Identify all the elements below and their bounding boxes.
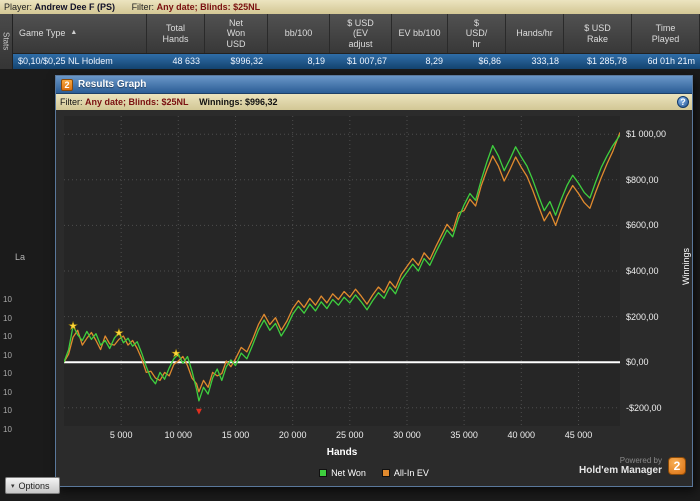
hm2-logo: 2: [668, 457, 686, 475]
x-axis-tick: 25 000: [336, 430, 364, 440]
legend-swatch-allin-ev: [382, 469, 390, 477]
y-axis-label: Winnings: [681, 186, 691, 346]
results-graph-window: 2 Results Graph Filter: Any date; Blinds…: [55, 75, 693, 487]
x-axis-ticks: 5 000 10 000 15 000 20 000 25 000 30 000 35 00…: [64, 430, 620, 441]
background-axis-tick: 10: [3, 388, 12, 407]
player-value: Andrew Dee F (PS): [35, 2, 116, 12]
x-axis-tick: 20 000: [279, 430, 307, 440]
powered-by-label: Powered by: [579, 456, 662, 465]
column-header-usd-ev-adjust[interactable]: $ USD (EV adjust: [330, 14, 392, 53]
y-axis-tick: $0,00: [626, 357, 649, 367]
column-header-net-won-usd[interactable]: Net Won USD: [205, 14, 268, 53]
svg-text:★: ★: [114, 327, 124, 339]
x-axis-tick: 15 000: [222, 430, 250, 440]
legend-label-net-won: Net Won: [331, 468, 366, 478]
svg-text:★: ★: [68, 321, 78, 333]
stats-tab-label: Stats: [2, 32, 11, 50]
cell-usd-rake: $1 285,78: [564, 54, 632, 69]
table-row[interactable]: $0,10/$0,25 NL Holdem 48 633 $996,32 8,1…: [13, 54, 700, 69]
column-header-ev-bb100[interactable]: EV bb/100: [392, 14, 448, 53]
y-axis-tick: $1 000,00: [626, 129, 666, 139]
options-button[interactable]: ▾ Options: [5, 477, 60, 494]
column-header-game-type[interactable]: Game Type ▲: [13, 14, 147, 53]
graph-filter-label: Filter:: [60, 97, 83, 107]
x-axis-tick: 10 000: [165, 430, 193, 440]
stats-table-header: Game Type ▲ Total Hands Net Won USD bb/1…: [13, 14, 700, 54]
background-axis-ticks: 1010101010101010: [3, 295, 12, 443]
stats-tab[interactable]: Stats: [0, 14, 13, 69]
background-axis-tick: 10: [3, 425, 12, 444]
x-axis-tick: 5 000: [110, 430, 133, 440]
results-graph-plot: ★ ★ ★ ▼: [64, 116, 620, 426]
cell-total-hands: 48 633: [147, 54, 205, 69]
cell-usd-hr: $6,86: [448, 54, 506, 69]
player-label: Player:: [4, 2, 32, 12]
chart-area: ★ ★ ★ ▼: [64, 116, 620, 426]
options-button-label: Options: [19, 481, 50, 491]
column-header-time-played[interactable]: Time Played: [632, 14, 700, 53]
cell-bb100: 8,19: [268, 54, 330, 69]
background-axis-tick: 10: [3, 295, 12, 314]
cell-ev-bb100: 8,29: [392, 54, 448, 69]
y-axis-tick: $400,00: [626, 266, 659, 276]
sort-ascending-icon: ▲: [70, 29, 77, 37]
column-header-bb100[interactable]: bb/100: [268, 14, 330, 53]
x-axis-tick: 35 000: [450, 430, 478, 440]
background-axis-tick: 10: [3, 369, 12, 388]
help-icon[interactable]: ?: [677, 96, 689, 108]
x-axis-label: Hands: [64, 447, 620, 458]
y-axis-tick: $200,00: [626, 312, 659, 322]
svg-text:★: ★: [171, 348, 181, 360]
legend-label-allin-ev: All-In EV: [394, 468, 429, 478]
window-title: Results Graph: [78, 79, 146, 90]
x-axis-tick: 45 000: [565, 430, 593, 440]
filter-value[interactable]: Any date; Blinds: $25NL: [157, 2, 261, 12]
graph-filter-bar: Filter: Any date; Blinds: $25NL Winnings…: [56, 94, 692, 110]
winnings-value: $996,32: [245, 97, 278, 107]
background-axis-tick: 10: [3, 406, 12, 425]
graph-filter-value: Any date; Blinds: $25NL: [85, 97, 189, 107]
legend-item-allin-ev: All-In EV: [382, 468, 429, 478]
x-axis-tick: 40 000: [508, 430, 536, 440]
background-window-fragment: La: [15, 252, 25, 262]
legend-swatch-net-won: [319, 469, 327, 477]
y-axis-tick: $600,00: [626, 220, 659, 230]
y-axis-ticks: $1 000,00 $800,00 $600,00 $400,00 $200,00 $0,…: [626, 116, 682, 426]
background-axis-tick: 10: [3, 332, 12, 351]
cell-time-played: 6d 01h 21m: [632, 54, 700, 69]
hm2-window-icon: 2: [61, 79, 73, 91]
window-titlebar[interactable]: 2 Results Graph: [56, 76, 692, 94]
powered-by-block: Powered by Hold'em Manager 2: [579, 456, 686, 477]
cell-game-type: $0,10/$0,25 NL Holdem: [13, 54, 147, 69]
background-axis-tick: 10: [3, 314, 12, 333]
y-axis-tick: -$200,00: [626, 403, 662, 413]
legend-item-net-won: Net Won: [319, 468, 366, 478]
column-header-total-hands[interactable]: Total Hands: [147, 14, 205, 53]
cell-usd-ev-adjust: $1 007,67: [330, 54, 392, 69]
brand-label: Hold'em Manager: [579, 465, 662, 477]
x-axis-tick: 30 000: [393, 430, 421, 440]
svg-text:▼: ▼: [194, 407, 204, 418]
chevron-down-icon: ▾: [11, 482, 15, 490]
column-header-hands-hr[interactable]: Hands/hr: [506, 14, 564, 53]
column-header-usd-rake[interactable]: $ USD Rake: [564, 14, 632, 53]
y-axis-tick: $800,00: [626, 175, 659, 185]
background-axis-tick: 10: [3, 351, 12, 370]
winnings-label: Winnings:: [199, 97, 242, 107]
column-header-usd-hr[interactable]: $ USD/ hr: [448, 14, 506, 53]
cell-hands-hr: 333,18: [506, 54, 564, 69]
filter-label: Filter:: [132, 2, 155, 12]
column-header-label: Game Type: [19, 28, 65, 38]
cell-net-won-usd: $996,32: [205, 54, 268, 69]
top-player-filter-bar: Player: Andrew Dee F (PS) Filter: Any da…: [0, 0, 700, 14]
